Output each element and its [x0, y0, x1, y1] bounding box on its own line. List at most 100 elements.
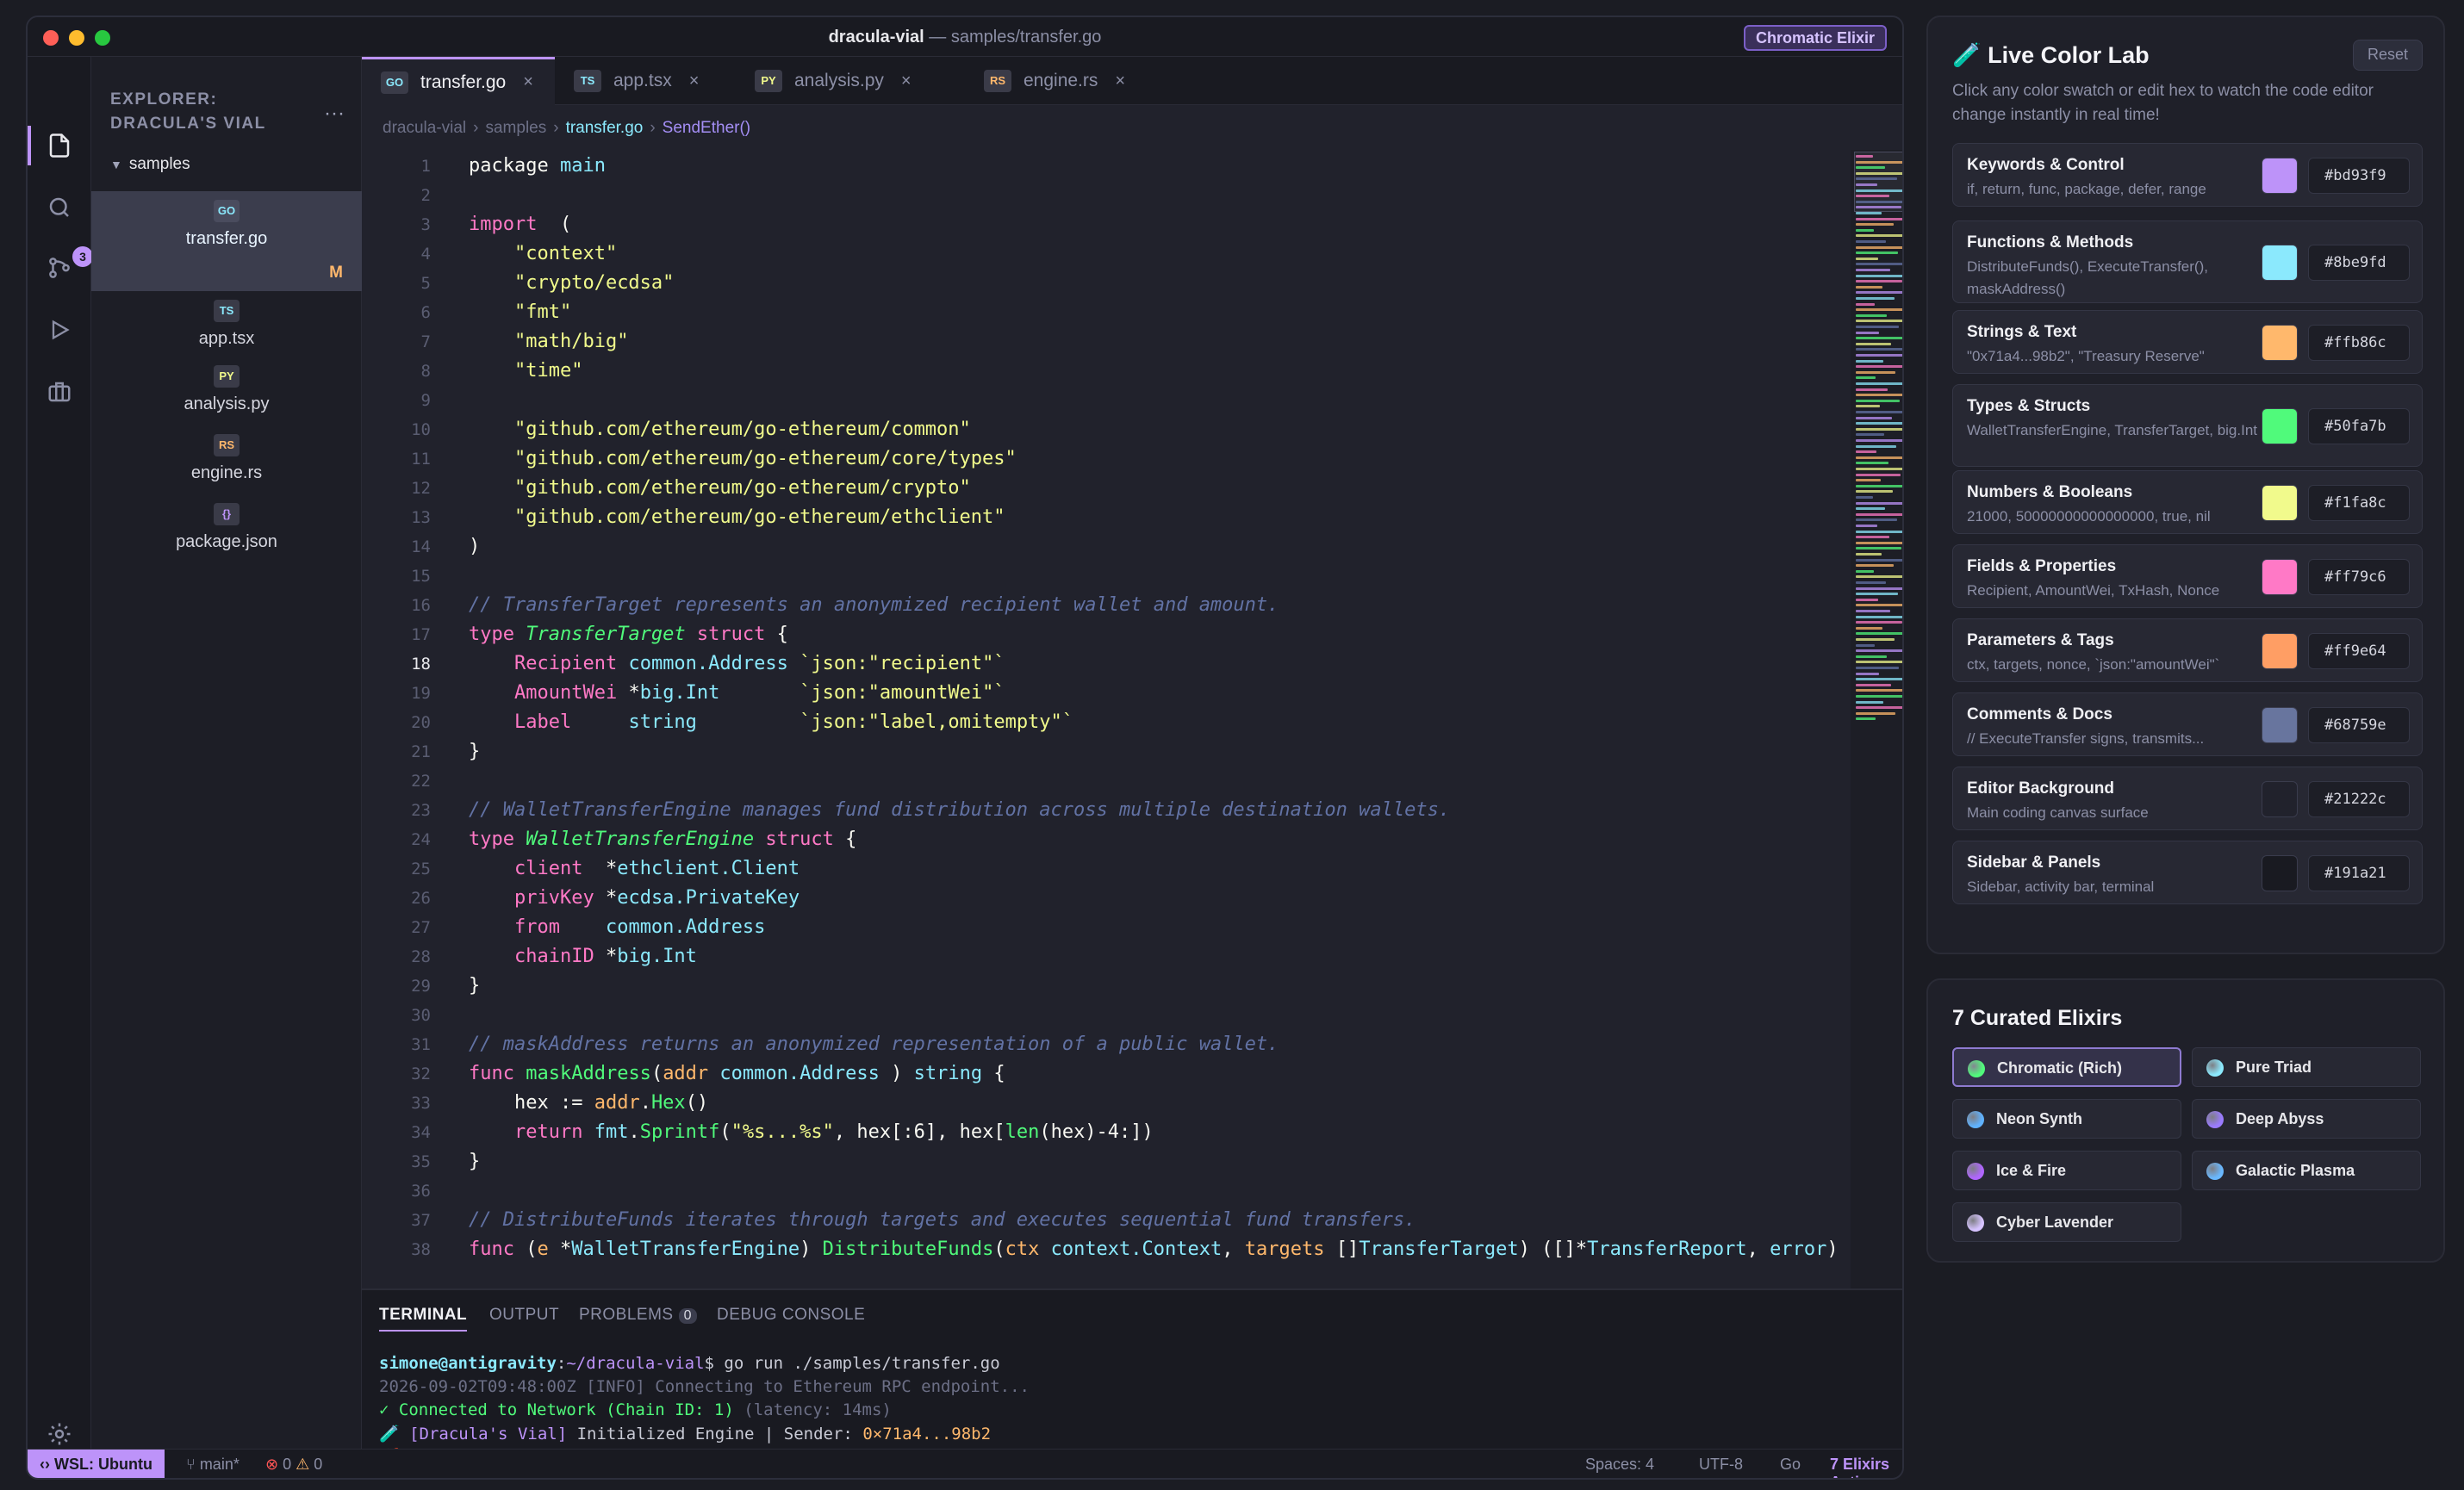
color-row-sidebar-panels[interactable]: Sidebar & Panels Sidebar, activity bar, t… — [1952, 841, 2423, 904]
window-app-name: dracula-vial — [828, 28, 924, 47]
terminal-line: 🧪 [Dracula's Vial] Initialized Engine | … — [379, 1424, 991, 1443]
file-app-tsx[interactable]: TS app.tsx — [91, 291, 362, 360]
terminal-text: (latency: 14ms) — [733, 1400, 892, 1419]
elixir-pure-triad[interactable]: Pure Triad — [2192, 1047, 2421, 1087]
color-row-editor-background[interactable]: Editor Background Main coding canvas surf… — [1952, 767, 2423, 830]
file-transfer-go[interactable]: GO transfer.go M — [91, 191, 362, 291]
tab-app-tsx[interactable]: TS app.tsx × — [555, 57, 736, 105]
minimap-line — [1856, 711, 1895, 715]
color-swatch[interactable] — [2262, 781, 2298, 817]
elixir-ice-fire[interactable]: Ice & Fire — [1952, 1151, 2181, 1190]
code-line: } — [469, 975, 480, 996]
color-swatch[interactable] — [2262, 325, 2298, 361]
color-row-name: Numbers & Booleans — [1967, 483, 2133, 501]
elixir-galactic-plasma[interactable]: Galactic Plasma — [2192, 1151, 2421, 1190]
code-view[interactable]: 1 package main 2 3 import (4 "context" 5 "cry… — [362, 150, 1852, 1288]
color-swatch[interactable] — [2262, 855, 2298, 891]
breadcrumb-item[interactable]: samples — [485, 119, 546, 137]
hex-input[interactable]: #21222c — [2308, 781, 2410, 817]
encoding-status[interactable]: UTF-8 — [1699, 1456, 1743, 1474]
source-control-icon[interactable]: 3 — [43, 246, 93, 284]
color-swatch[interactable] — [2262, 633, 2298, 669]
breadcrumb-item[interactable]: transfer.go — [566, 119, 644, 137]
tab-terminal[interactable]: TERMINAL — [379, 1306, 468, 1332]
settings-gear-icon[interactable] — [43, 1418, 76, 1450]
tab-debug-console[interactable]: DEBUG CONSOLE — [717, 1306, 865, 1325]
elixirs-active-status[interactable]: 7 Elixirs Active — [1830, 1456, 1902, 1478]
color-row-comments-docs[interactable]: Comments & Docs // ExecuteTransfer signs,… — [1952, 692, 2423, 756]
color-swatch[interactable] — [2262, 245, 2298, 281]
line-number: 11 — [411, 450, 431, 469]
hex-input[interactable]: #ff79c6 — [2308, 559, 2410, 595]
status-bar: ‹› WSL: Ubuntu ⑂ main* ⊗ 0 ⚠ 0 Spaces: 4… — [28, 1449, 1902, 1478]
more-actions-button[interactable]: ··· — [324, 102, 345, 126]
git-branch[interactable]: ⑂ main* — [186, 1456, 240, 1474]
hex-input[interactable]: #ffb86c — [2308, 325, 2410, 361]
color-swatch[interactable] — [2262, 707, 2298, 743]
file-package-json[interactable]: {} package.json — [91, 494, 362, 563]
elixir-deep-abyss[interactable]: Deep Abyss — [2192, 1099, 2421, 1139]
file-analysis-py[interactable]: PY analysis.py — [91, 357, 362, 425]
explorer-icon[interactable] — [43, 129, 76, 162]
hex-input[interactable]: #50fa7b — [2308, 408, 2410, 444]
color-row-functions-methods[interactable]: Functions & Methods DistributeFunds(), Ex… — [1952, 220, 2423, 303]
elixir-chromatic-rich[interactable]: Chromatic (Rich) — [1952, 1047, 2181, 1087]
line-number: 29 — [411, 977, 431, 996]
tab-problems[interactable]: PROBLEMS 0 — [579, 1306, 697, 1325]
hex-input[interactable]: #bd93f9 — [2308, 158, 2410, 194]
reset-button[interactable]: Reset — [2352, 40, 2423, 71]
color-row-parameters-tags[interactable]: Parameters & Tags ctx, targets, nonce, `j… — [1952, 618, 2423, 682]
color-row-name: Fields & Properties — [1967, 557, 2117, 575]
line-number: 33 — [411, 1094, 431, 1113]
color-row-types-structs[interactable]: Types & Structs WalletTransferEngine, Tra… — [1952, 384, 2423, 467]
minimap[interactable] — [1851, 150, 1902, 1288]
code-line: client *ethclient.Client — [469, 858, 800, 879]
hex-input[interactable]: #f1fa8c — [2308, 485, 2410, 521]
color-row-strings-text[interactable]: Strings & Text "0x71a4...98b2", "Treasury… — [1952, 310, 2423, 374]
hex-input[interactable]: #68759e — [2308, 707, 2410, 743]
hex-input[interactable]: #8be9fd — [2308, 245, 2410, 281]
search-icon[interactable] — [43, 191, 76, 224]
terminal-line: simone@antigravity:~/dracula-vial$ go ru… — [379, 1354, 1000, 1373]
minimap-line — [1856, 439, 1902, 442]
minimap-line — [1856, 558, 1902, 562]
remote-indicator[interactable]: ‹› WSL: Ubuntu — [28, 1450, 165, 1478]
breadcrumb-item[interactable]: SendEther() — [663, 119, 750, 137]
elixir-neon-synth[interactable]: Neon Synth — [1952, 1099, 2181, 1139]
language-mode[interactable]: Go — [1780, 1456, 1801, 1474]
code-token: ( — [526, 1239, 538, 1260]
minimap-line — [1856, 706, 1902, 710]
code-line: func (e *WalletTransferEngine) Distribut… — [469, 1239, 1852, 1260]
color-row-keywords-control[interactable]: Keywords & Control if, return, func, pack… — [1952, 143, 2423, 207]
color-swatch[interactable] — [2262, 408, 2298, 444]
indentation-status[interactable]: Spaces: 4 — [1585, 1456, 1654, 1474]
extensions-icon[interactable] — [43, 376, 76, 408]
close-icon[interactable]: × — [1115, 71, 1125, 91]
folder-label: samples — [128, 155, 190, 173]
minimap-line — [1856, 212, 1882, 214]
elixir-cyber-lavender[interactable]: Cyber Lavender — [1952, 1202, 2181, 1242]
hex-input[interactable]: #ff9e64 — [2308, 633, 2410, 669]
color-swatch[interactable] — [2262, 158, 2298, 194]
folder-samples[interactable]: ▼ samples — [110, 155, 190, 174]
tab-output[interactable]: OUTPUT — [489, 1306, 559, 1325]
color-row-fields-properties[interactable]: Fields & Properties Recipient, AmountWei,… — [1952, 544, 2423, 608]
close-icon[interactable]: × — [901, 71, 912, 91]
minimap-line — [1856, 456, 1902, 459]
hex-input[interactable]: #191a21 — [2308, 855, 2410, 891]
color-swatch[interactable] — [2262, 485, 2298, 521]
run-debug-icon[interactable] — [43, 314, 76, 346]
close-icon[interactable]: × — [689, 71, 700, 91]
file-engine-rs[interactable]: RS engine.rs — [91, 425, 362, 494]
problems-status[interactable]: ⊗ 0 ⚠ 0 — [265, 1456, 322, 1474]
tab-engine-rs[interactable]: RS engine.rs × — [965, 57, 1160, 105]
tab-transfer-go[interactable]: GO transfer.go × — [362, 57, 555, 105]
minimap-line — [1856, 382, 1902, 385]
color-swatch[interactable] — [2262, 559, 2298, 595]
tab-analysis-py[interactable]: PY analysis.py × — [736, 57, 965, 105]
close-icon[interactable]: × — [523, 72, 533, 92]
breadcrumb-item[interactable]: dracula-vial — [383, 119, 466, 137]
theme-badge[interactable]: Chromatic Elixir — [1743, 25, 1887, 51]
color-row-numbers-booleans[interactable]: Numbers & Booleans 21000, 500000000000000… — [1952, 470, 2423, 534]
